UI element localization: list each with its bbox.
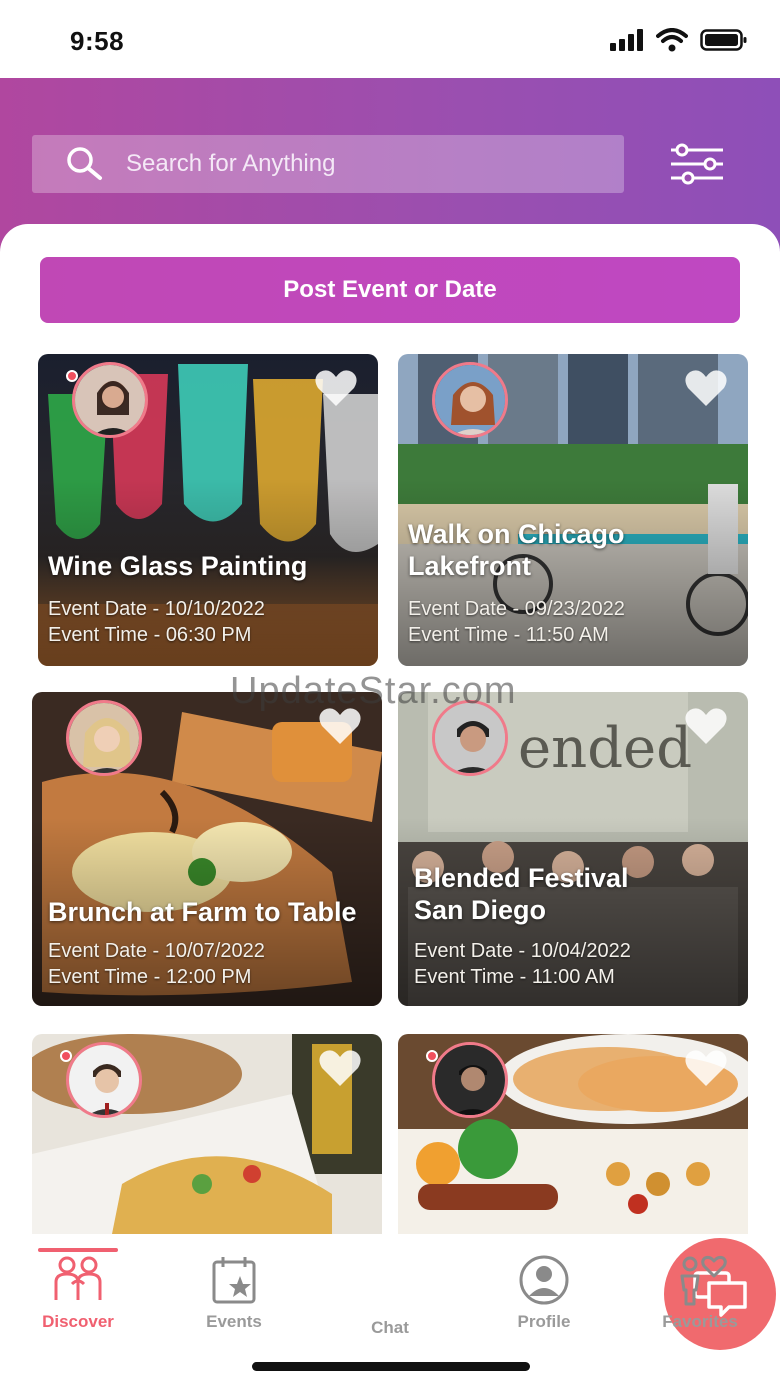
tab-label: Chat bbox=[371, 1318, 409, 1337]
search-icon bbox=[67, 147, 102, 180]
wifi-icon bbox=[656, 28, 688, 52]
host-avatar[interactable] bbox=[66, 700, 142, 776]
host-avatar[interactable] bbox=[66, 1042, 142, 1118]
tab-favorites[interactable]: Favorites bbox=[640, 1254, 760, 1332]
profile-icon bbox=[519, 1255, 569, 1305]
event-title: Blended Festival San Diego bbox=[414, 863, 629, 925]
search-input[interactable] bbox=[126, 150, 566, 178]
tab-label: Events bbox=[206, 1312, 262, 1331]
event-date: Event Date - 10/04/2022 bbox=[414, 940, 631, 962]
event-time: Event Time - 12:00 PM bbox=[48, 966, 252, 988]
heart-icon[interactable] bbox=[684, 368, 728, 408]
tab-chat[interactable]: Chat bbox=[330, 1238, 776, 1350]
event-card[interactable]: Wine Glass Painting Event Date - 10/10/2… bbox=[38, 354, 378, 666]
tab-label: Discover bbox=[42, 1312, 114, 1331]
bottom-tab-bar: Discover Events Chat Profile Favorites bbox=[0, 1234, 780, 1387]
heart-icon[interactable] bbox=[314, 368, 358, 408]
active-tab-indicator bbox=[38, 1248, 118, 1252]
post-event-button[interactable]: Post Event or Date bbox=[40, 257, 740, 323]
event-title: Brunch at Farm to Table bbox=[48, 897, 357, 927]
event-time: Event Time - 11:00 AM bbox=[414, 966, 615, 988]
status-time: 9:58 bbox=[70, 26, 125, 56]
tab-label: Profile bbox=[517, 1312, 571, 1331]
heart-icon[interactable] bbox=[684, 1048, 728, 1088]
signal-icon bbox=[610, 29, 643, 51]
status-icons bbox=[610, 28, 748, 52]
heart-icon[interactable] bbox=[318, 1048, 362, 1088]
home-indicator bbox=[252, 1362, 530, 1371]
watermark: UpdateStar.com bbox=[230, 670, 517, 712]
tab-events[interactable]: Events bbox=[174, 1254, 294, 1332]
discover-icon bbox=[54, 1256, 102, 1300]
event-date: Event Date - 09/23/2022 bbox=[408, 598, 625, 620]
host-avatar[interactable] bbox=[432, 1042, 508, 1118]
event-card[interactable]: Walk on Chicago Lakefront Event Date - 0… bbox=[398, 354, 748, 666]
tab-discover[interactable]: Discover bbox=[18, 1254, 138, 1332]
favorites-icon bbox=[680, 1255, 727, 1306]
event-card[interactable]: ended Blended Festival San Diego Event D… bbox=[398, 692, 748, 1006]
filter-sliders-icon[interactable] bbox=[668, 142, 726, 186]
host-avatar[interactable] bbox=[72, 362, 148, 438]
event-title: Wine Glass Painting bbox=[48, 551, 308, 581]
event-card[interactable] bbox=[398, 1034, 748, 1234]
event-card[interactable]: Brunch at Farm to Table Event Date - 10/… bbox=[32, 692, 382, 1006]
discover-content: Post Event or Date Wine Glass Painting E… bbox=[0, 224, 780, 1234]
search-bar[interactable] bbox=[32, 135, 624, 193]
status-bar: 9:58 bbox=[0, 0, 780, 78]
event-title: Walk on Chicago Lakefront bbox=[408, 519, 625, 581]
host-avatar[interactable] bbox=[432, 362, 508, 438]
event-time: Event Time - 06:30 PM bbox=[48, 624, 252, 646]
event-date: Event Date - 10/10/2022 bbox=[48, 598, 265, 620]
heart-icon[interactable] bbox=[684, 706, 728, 746]
tab-profile[interactable]: Profile bbox=[484, 1254, 604, 1332]
event-date: Event Date - 10/07/2022 bbox=[48, 940, 265, 962]
event-time: Event Time - 11:50 AM bbox=[408, 624, 609, 646]
battery-icon bbox=[700, 29, 747, 51]
events-icon bbox=[212, 1257, 256, 1304]
event-card[interactable] bbox=[32, 1034, 382, 1234]
tab-label: Favorites bbox=[662, 1312, 738, 1331]
